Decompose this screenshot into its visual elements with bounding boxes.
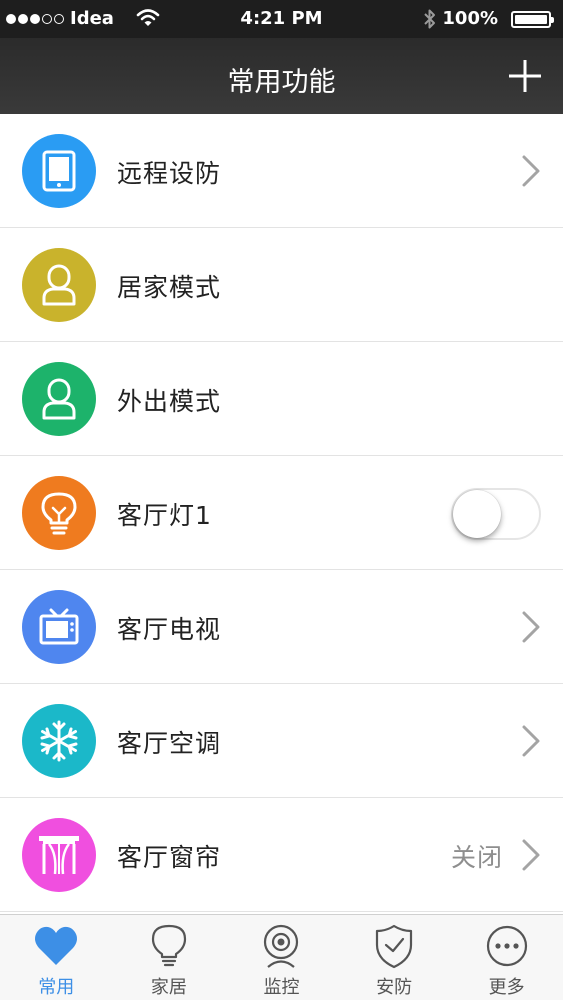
item-icon-circle (22, 590, 96, 664)
list-item-living-room-tv[interactable]: 客厅电视 (0, 570, 563, 684)
list-item-home-mode[interactable]: 居家模式 (0, 228, 563, 342)
tab-label: 常用 (38, 977, 75, 998)
list-item-living-room-light[interactable]: 客厅灯1 (0, 456, 563, 570)
heart-icon (35, 926, 78, 965)
nav-bar: 常用功能 (0, 38, 563, 114)
person-icon (42, 264, 76, 306)
item-label: 远程设防 (117, 159, 222, 188)
tab-label: 安防 (376, 977, 413, 998)
tab-security[interactable]: 安防 (338, 915, 451, 1000)
curtain-status: 关闭 (450, 843, 503, 872)
shield-icon (375, 924, 413, 969)
tab-more[interactable]: 更多 (450, 915, 563, 1000)
function-list: 远程设防 居家模式 外出模式 客厅灯1 客厅电视 客厅空调 客厅窗帘 关闭 (0, 114, 563, 912)
tab-monitor[interactable]: 监控 (225, 915, 338, 1000)
chevron-right-icon (522, 725, 540, 757)
tab-bar: 常用 家居 监控 安防 更多 (0, 914, 563, 1000)
lightbulb-icon (41, 492, 77, 535)
tab-label: 家居 (150, 977, 187, 998)
item-icon-circle (22, 134, 96, 208)
list-item-remote-arming[interactable]: 远程设防 (0, 114, 563, 228)
tablet-icon (42, 150, 76, 192)
list-item-away-mode[interactable]: 外出模式 (0, 342, 563, 456)
list-item-living-room-curtain[interactable]: 客厅窗帘 关闭 (0, 798, 563, 912)
page-title: 常用功能 (227, 67, 336, 98)
item-icon-circle (22, 476, 96, 550)
curtain-icon (39, 836, 79, 875)
tv-icon (39, 608, 79, 645)
item-icon-circle (22, 704, 96, 778)
tab-favorites[interactable]: 常用 (0, 915, 113, 1000)
chevron-right-icon (522, 839, 540, 871)
item-icon-circle (22, 818, 96, 892)
item-label: 居家模式 (117, 273, 222, 302)
item-label: 客厅空调 (117, 729, 222, 758)
item-label: 外出模式 (117, 387, 222, 416)
camera-icon (264, 924, 299, 968)
tab-label: 更多 (488, 977, 525, 998)
battery-icon (511, 11, 554, 28)
more-icon (486, 925, 527, 967)
list-item-living-room-ac[interactable]: 客厅空调 (0, 684, 563, 798)
item-icon-circle (22, 362, 96, 436)
toggle-knob (453, 490, 501, 538)
light-toggle-switch[interactable] (451, 488, 541, 540)
battery-percentage: 100% (442, 8, 498, 29)
plus-icon (509, 60, 541, 92)
add-button[interactable] (505, 56, 545, 96)
chevron-right-icon (522, 611, 540, 643)
tab-home[interactable]: 家居 (113, 915, 226, 1000)
status-bar: Idea 4:21 PM 100% (0, 0, 563, 38)
snowflake-icon (40, 720, 78, 762)
tab-label: 监控 (263, 977, 300, 998)
chevron-right-icon (522, 155, 540, 187)
person-icon (42, 378, 76, 420)
bluetooth-icon (424, 9, 435, 29)
item-label: 客厅灯1 (117, 501, 212, 530)
item-label: 客厅窗帘 (117, 843, 222, 872)
lightbulb-icon (151, 924, 186, 967)
item-label: 客厅电视 (117, 615, 222, 644)
item-icon-circle (22, 248, 96, 322)
